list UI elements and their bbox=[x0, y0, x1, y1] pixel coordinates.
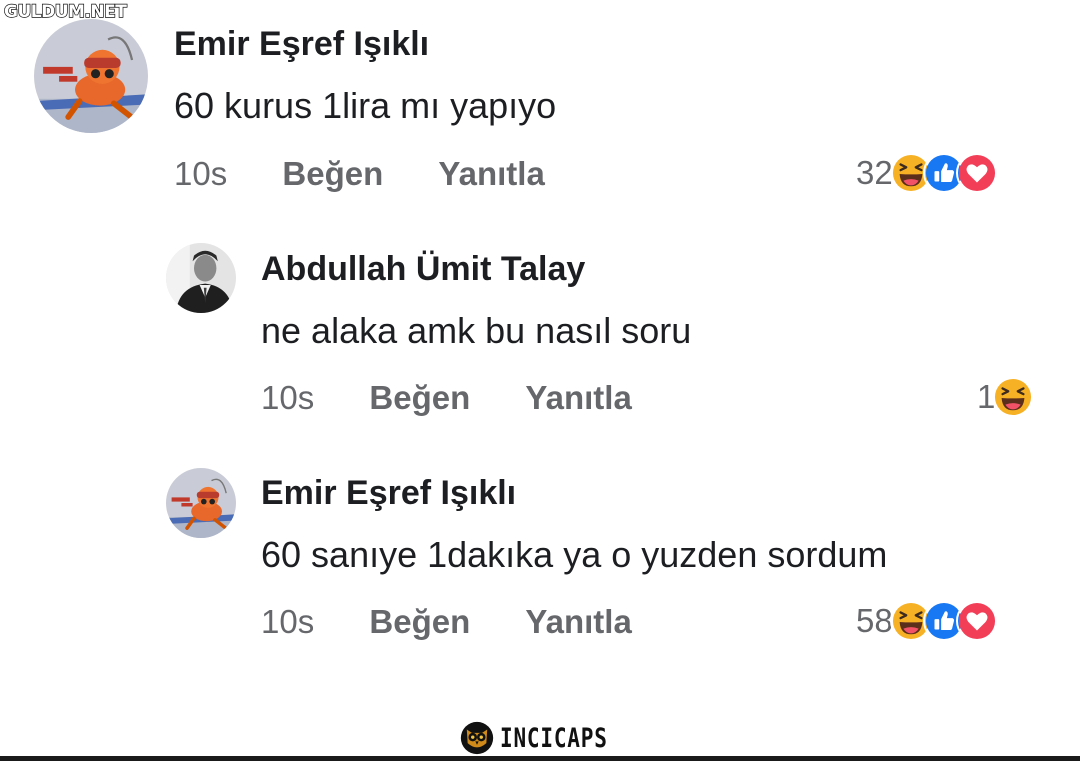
reaction-summary[interactable]: 1 bbox=[977, 375, 1035, 419]
reply-link[interactable]: Yanıtla bbox=[525, 379, 631, 416]
reaction-summary[interactable]: 32 bbox=[856, 151, 998, 195]
site-watermark: GULDUM.NET bbox=[3, 2, 127, 22]
comment-text: 60 kurus 1lira mı yapıyo bbox=[174, 85, 557, 126]
comment-author[interactable]: Emir Eşref Işıklı bbox=[261, 474, 516, 513]
comment-actions: 10s Beğen Yanıtla bbox=[261, 379, 632, 417]
avatar[interactable] bbox=[34, 19, 148, 133]
reply-link[interactable]: Yanıtla bbox=[438, 155, 544, 192]
brand-name: INCICAPS bbox=[500, 722, 608, 754]
owl-logo-icon bbox=[460, 721, 494, 755]
comment-author[interactable]: Abdullah Ümit Talay bbox=[261, 250, 585, 289]
reaction-count: 32 bbox=[856, 154, 893, 191]
comment-timestamp: 10s bbox=[174, 155, 228, 192]
comment-author[interactable]: Emir Eşref Işıklı bbox=[174, 25, 429, 64]
like-link[interactable]: Beğen bbox=[369, 379, 470, 416]
comment-text: ne alaka amk bu nasıl soru bbox=[261, 310, 692, 351]
reply-link[interactable]: Yanıtla bbox=[525, 603, 631, 640]
avatar[interactable] bbox=[166, 243, 236, 313]
heart-icon bbox=[955, 152, 998, 194]
heart-icon bbox=[955, 600, 998, 642]
brand-watermark: INCICAPS bbox=[460, 721, 638, 755]
laughing-face-icon bbox=[992, 376, 1035, 418]
like-link[interactable]: Beğen bbox=[369, 603, 470, 640]
bottom-border bbox=[0, 756, 1080, 761]
comment-actions: 10s Beğen Yanıtla bbox=[174, 155, 545, 193]
comment-timestamp: 10s bbox=[261, 603, 315, 640]
avatar[interactable] bbox=[166, 468, 236, 538]
comment-timestamp: 10s bbox=[261, 379, 315, 416]
comment-text: 60 sanıye 1dakıka ya o yuzden sordum bbox=[261, 534, 888, 575]
reaction-summary[interactable]: 58 bbox=[856, 599, 998, 643]
like-link[interactable]: Beğen bbox=[282, 155, 383, 192]
reaction-count: 58 bbox=[856, 602, 893, 639]
comment-actions: 10s Beğen Yanıtla bbox=[261, 603, 632, 641]
